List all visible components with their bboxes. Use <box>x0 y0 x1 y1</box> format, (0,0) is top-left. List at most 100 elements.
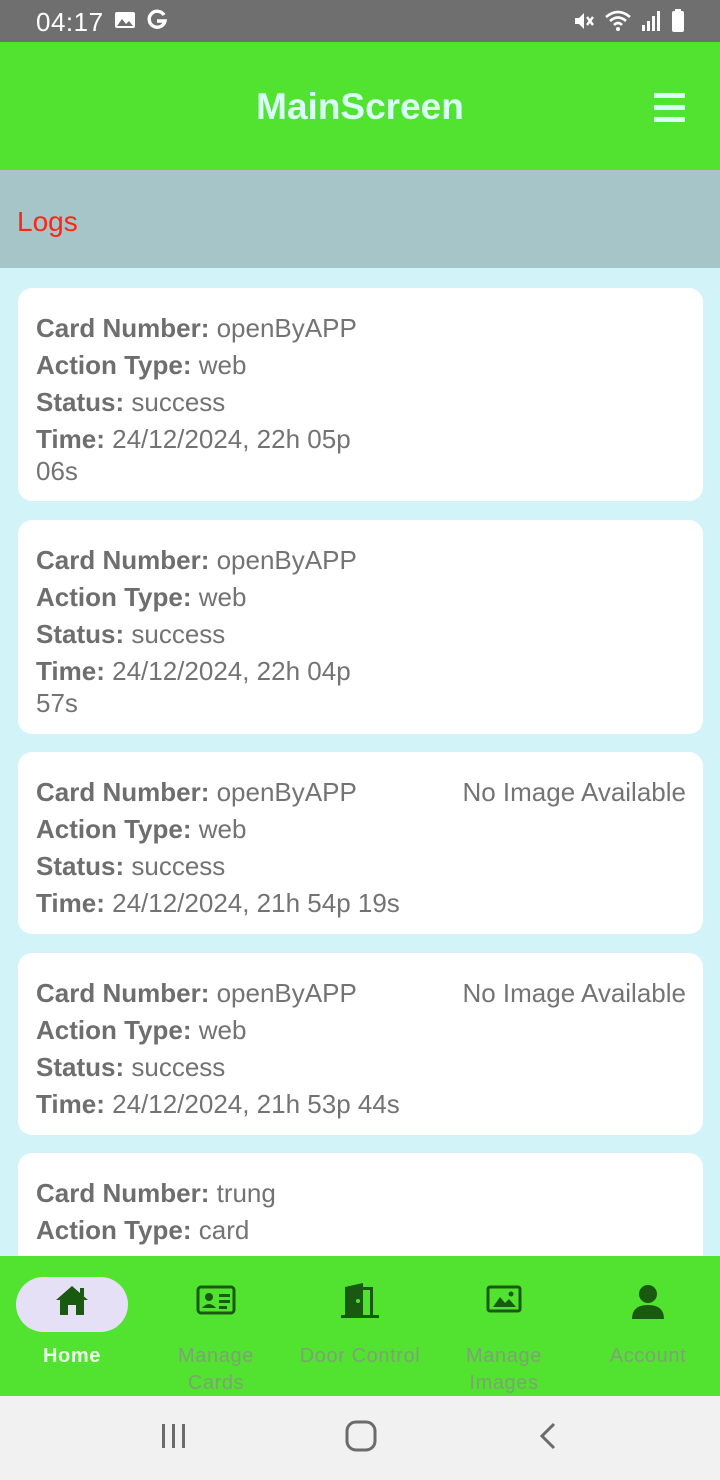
logs-list[interactable]: Card Number: openByAPP Action Type: web … <box>0 268 720 1256</box>
system-navigation-bar <box>0 1396 720 1480</box>
status-right-icons <box>572 8 686 34</box>
back-icon[interactable] <box>534 1420 562 1452</box>
time-label: Time: <box>36 888 105 918</box>
mute-icon <box>575 13 594 29</box>
bottom-nav: Home Manage Cards Door Control Manage Im… <box>0 1256 720 1396</box>
status-row: Status: success <box>36 848 446 885</box>
time-row: Time: 24/12/2024, 22h 04p 57s <box>36 655 386 719</box>
nav-home[interactable]: Home <box>0 1256 144 1396</box>
action-type-row: Action Type: web <box>36 1012 446 1049</box>
nav-label: Manage Cards <box>178 1345 254 1394</box>
image-icon <box>115 12 135 28</box>
action-type-row: Action Type: web <box>36 811 446 848</box>
log-fields: Card Number: openByAPP Action Type: web … <box>36 774 446 922</box>
wifi-icon <box>605 10 631 31</box>
signal-icon <box>642 11 660 31</box>
log-card[interactable]: Card Number: openByAPP Action Type: web … <box>18 288 703 501</box>
status-label: Status: <box>36 851 125 881</box>
nav-account[interactable]: Account <box>576 1256 720 1396</box>
status-value: success <box>131 851 226 881</box>
time-label: Time: <box>36 1089 105 1119</box>
action-type-row: Action Type: web <box>36 579 446 616</box>
action-type-row: Action Type: web <box>36 347 446 384</box>
log-card[interactable]: Card Number: openByAPP Action Type: web … <box>18 520 703 734</box>
time-row: Time: 24/12/2024, 21h 54p 19s <box>36 885 446 922</box>
nav-manage-images[interactable]: Manage Images <box>432 1256 576 1396</box>
action-type-value: web <box>198 582 247 612</box>
time-value: 24/12/2024, 21h 53p 44s <box>112 1089 400 1119</box>
status-row: Status: success <box>36 616 446 653</box>
status-label: Status: <box>36 387 125 417</box>
card-number-row: Card Number: openByAPP <box>36 774 446 811</box>
status-value: success <box>131 1052 226 1082</box>
status-bar: 04:17 <box>0 0 720 42</box>
log-card[interactable]: Card Number: openByAPP Action Type: web … <box>18 953 703 1135</box>
card-number-value: openByAPP <box>216 777 357 807</box>
logs-header: Logs <box>0 170 720 268</box>
nav-label: Door Control <box>299 1345 421 1367</box>
nav-label: Home <box>43 1345 101 1367</box>
card-number-label: Card Number: <box>36 313 210 343</box>
log-card[interactable]: Card Number: openByAPP Action Type: web … <box>18 752 703 934</box>
status-label: Status: <box>36 1052 125 1082</box>
log-fields: Card Number: openByAPP Action Type: web … <box>36 975 446 1123</box>
card-number-row: Card Number: openByAPP <box>36 975 446 1012</box>
action-type-label: Action Type: <box>36 1215 192 1245</box>
action-type-value: card <box>198 1215 250 1245</box>
card-number-label: Card Number: <box>36 777 210 807</box>
action-type-value: web <box>198 350 247 380</box>
card-number-row: Card Number: openByAPP <box>36 542 446 579</box>
card-number-value: trung <box>216 1178 276 1208</box>
time-label: Time: <box>36 656 105 686</box>
app-title: MainScreen <box>256 86 464 127</box>
action-type-value: web <box>198 1015 247 1045</box>
battery-icon <box>672 9 684 32</box>
recents-icon[interactable] <box>158 1420 190 1452</box>
hamburger-menu-icon <box>654 93 685 98</box>
card-number-label: Card Number: <box>36 545 210 575</box>
time-row: Time: 24/12/2024, 21h 53p 44s <box>36 1086 446 1123</box>
nav-label: Manage Images <box>466 1345 542 1394</box>
card-number-value: openByAPP <box>216 978 357 1008</box>
door-icon <box>341 1283 379 1318</box>
status-time: 04:17 <box>36 7 104 37</box>
time-row: Time: 24/12/2024, 22h 05p 06s <box>36 423 386 487</box>
action-type-label: Action Type: <box>36 1015 192 1045</box>
app-bar: MainScreen <box>0 42 720 170</box>
card-number-value: openByAPP <box>216 313 357 343</box>
id-card-icon <box>196 1285 236 1315</box>
log-fields: Card Number: openByAPP Action Type: web … <box>36 542 446 719</box>
log-card[interactable]: Card Number: trung Action Type: card <box>18 1153 703 1256</box>
no-image-text: No Image Available <box>462 978 686 1008</box>
account-icon <box>632 1285 664 1319</box>
action-type-value: web <box>198 814 247 844</box>
log-fields: Card Number: trung Action Type: card <box>36 1175 446 1249</box>
no-image-text: No Image Available <box>462 777 686 807</box>
action-type-label: Action Type: <box>36 350 192 380</box>
status-value: success <box>131 619 226 649</box>
nav-label: Account <box>609 1345 687 1367</box>
status-left-icons <box>114 9 168 31</box>
card-number-label: Card Number: <box>36 978 210 1008</box>
status-label: Status: <box>36 619 125 649</box>
google-g-icon <box>147 9 168 29</box>
card-number-row: Card Number: trung <box>36 1175 446 1212</box>
card-number-row: Card Number: openByAPP <box>36 310 446 347</box>
action-type-label: Action Type: <box>36 814 192 844</box>
card-number-value: openByAPP <box>216 545 357 575</box>
nav-manage-cards[interactable]: Manage Cards <box>144 1256 288 1396</box>
status-row: Status: success <box>36 1049 446 1086</box>
status-row: Status: success <box>36 384 446 421</box>
logs-title: Logs <box>17 206 78 237</box>
log-fields: Card Number: openByAPP Action Type: web … <box>36 310 446 487</box>
home-icon <box>56 1286 88 1315</box>
image-icon <box>486 1285 522 1313</box>
menu-button[interactable] <box>646 90 692 126</box>
status-value: success <box>131 387 226 417</box>
action-type-label: Action Type: <box>36 582 192 612</box>
card-number-label: Card Number: <box>36 1178 210 1208</box>
home-circle-icon[interactable] <box>344 1420 378 1452</box>
nav-door-control[interactable]: Door Control <box>288 1256 432 1396</box>
action-type-row: Action Type: card <box>36 1212 446 1249</box>
time-value: 24/12/2024, 21h 54p 19s <box>112 888 400 918</box>
